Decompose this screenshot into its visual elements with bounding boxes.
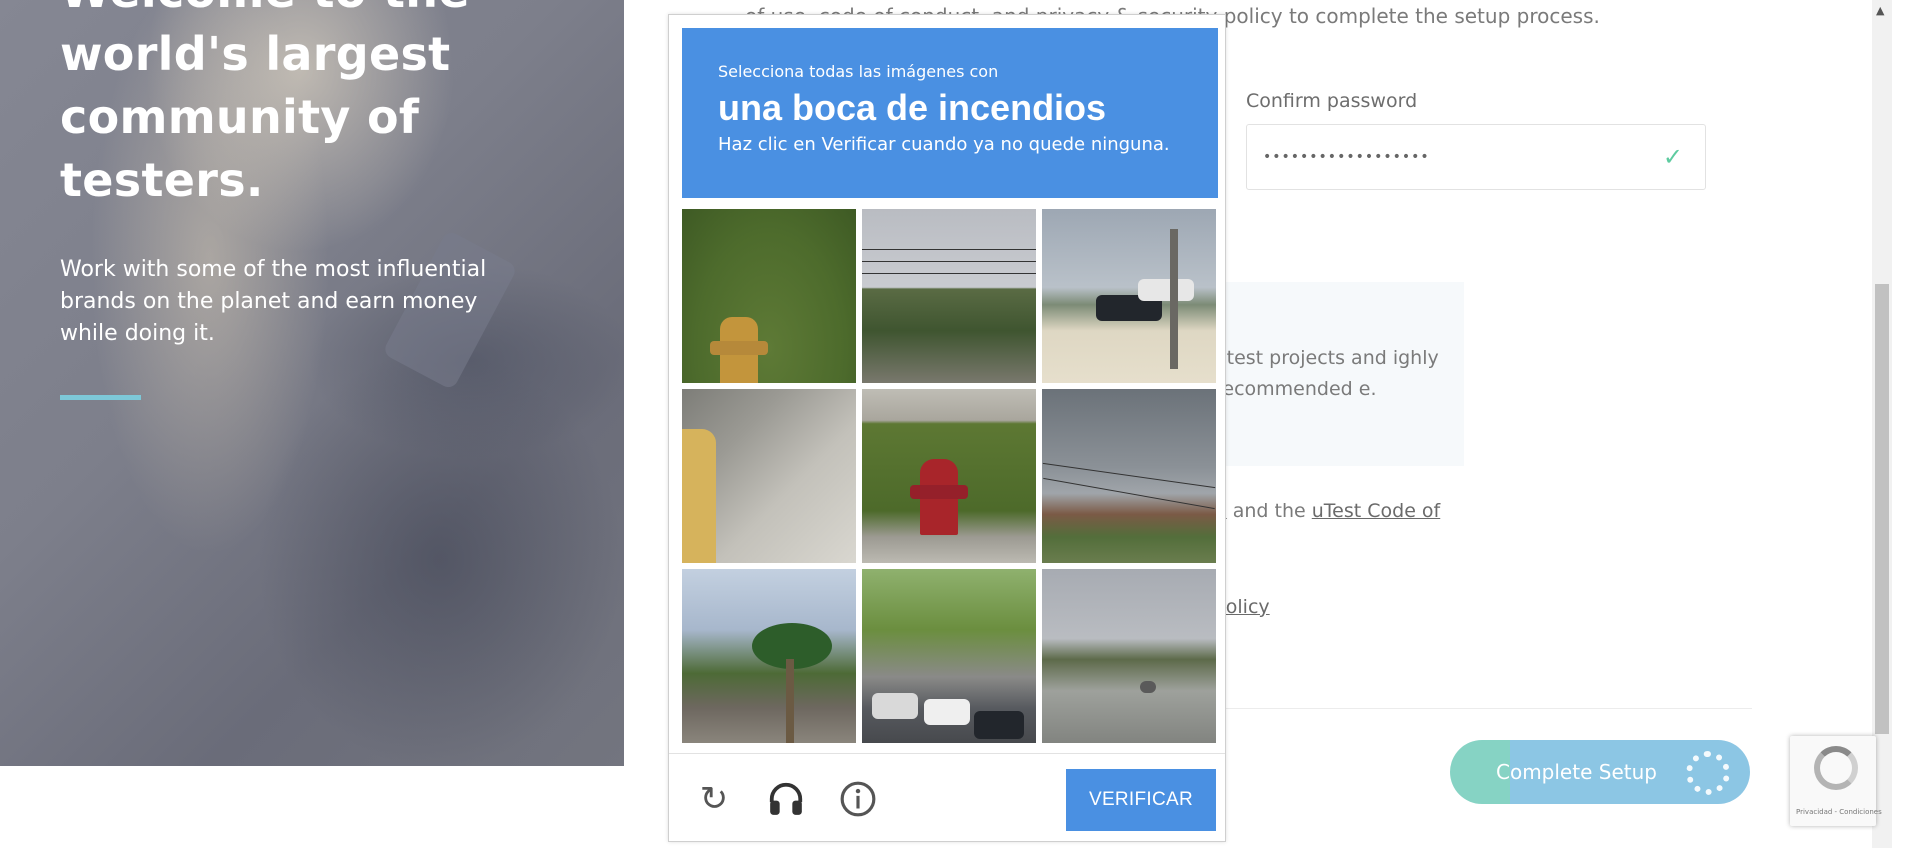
recaptcha-logo-icon <box>1814 746 1858 790</box>
check-icon: ✓ <box>1662 143 1683 171</box>
recaptcha-badge[interactable]: Privacidad - Condiciones <box>1790 736 1882 826</box>
hydrant-shape <box>710 317 768 383</box>
instruction-sub: Haz clic en Verificar cuando ya no quede… <box>718 134 1170 155</box>
confirm-password-label: Confirm password <box>1246 90 1418 112</box>
car-shape <box>924 699 970 725</box>
instruction-object: una boca de incendios <box>718 87 1107 128</box>
wire-line <box>862 261 1036 262</box>
reload-icon[interactable]: ↻ <box>695 780 733 818</box>
info-svg <box>840 781 876 817</box>
captcha-tile-5[interactable] <box>862 389 1036 563</box>
captcha-tile-4[interactable] <box>682 389 856 563</box>
challenge-footer: ↻ VERIFICAR <box>669 753 1225 843</box>
terms-middle-text: and the <box>1226 500 1312 522</box>
hydrant-shape <box>910 459 968 535</box>
challenge-banner: Selecciona todas las imágenes con una bo… <box>682 28 1218 198</box>
hero-subtitle: Work with some of the most influential b… <box>60 257 487 346</box>
captcha-tile-8[interactable] <box>862 569 1036 743</box>
terms-line: e and the uTest Code of <box>1215 500 1440 522</box>
info-icon[interactable] <box>839 780 877 818</box>
pole-shape <box>1170 229 1178 369</box>
captcha-tile-3[interactable] <box>1042 209 1216 383</box>
captcha-tile-7[interactable] <box>682 569 856 743</box>
scroll-up-icon[interactable]: ▲ <box>1876 4 1884 17</box>
car-shape <box>1140 681 1156 693</box>
hydrant-shape <box>682 429 716 563</box>
palm-trunk <box>786 659 794 743</box>
confirm-password-value: •••••••••••••••••• <box>1263 149 1430 165</box>
captcha-tile-1[interactable] <box>682 209 856 383</box>
captcha-challenge: Selecciona todas las imágenes con una bo… <box>668 14 1226 842</box>
complete-setup-label: Complete Setup <box>1496 760 1657 784</box>
verify-button[interactable]: VERIFICAR <box>1066 769 1216 831</box>
hero-accent-bar <box>60 395 141 400</box>
code-of-conduct-link[interactable]: uTest Code of <box>1312 500 1441 522</box>
captcha-tile-2[interactable] <box>862 209 1036 383</box>
wire-line <box>1042 462 1216 489</box>
divider <box>1190 708 1752 709</box>
headphones-icon[interactable] <box>767 780 805 818</box>
recaptcha-badge-text: Privacidad - Condiciones <box>1796 808 1882 816</box>
hero-title: Welcome to the world's largest community… <box>60 0 470 207</box>
captcha-tile-6[interactable] <box>1042 389 1216 563</box>
wire-line <box>862 249 1036 250</box>
scrollbar-thumb[interactable] <box>1875 284 1889 734</box>
loading-spinner-icon <box>1686 751 1730 795</box>
captcha-tile-9[interactable] <box>1042 569 1216 743</box>
car-shape <box>872 693 918 719</box>
hero-panel: Welcome to the world's largest community… <box>0 0 624 766</box>
car-shape <box>1138 279 1194 301</box>
info-text: atest projects and ighly recommended e. <box>1215 347 1439 400</box>
confirm-password-field[interactable]: •••••••••••••••••• ✓ <box>1246 124 1706 190</box>
page-scrollbar[interactable]: ▲ <box>1872 0 1892 848</box>
headphones-svg <box>769 782 803 815</box>
car-shape <box>974 711 1024 739</box>
instruction-small: Selecciona todas las imágenes con <box>718 62 999 81</box>
image-grid <box>682 209 1218 743</box>
wire-line <box>862 273 1036 274</box>
